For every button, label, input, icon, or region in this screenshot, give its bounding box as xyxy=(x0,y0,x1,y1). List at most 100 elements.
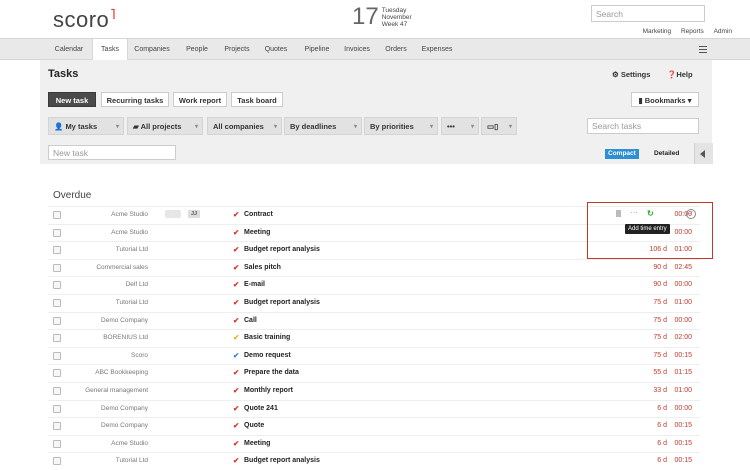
hamburger-menu-icon[interactable] xyxy=(699,46,707,55)
briefcase-icon: ▰ xyxy=(133,122,139,131)
task-company[interactable]: Acme Studio xyxy=(48,211,148,218)
task-company[interactable]: Acme Studio xyxy=(48,440,148,447)
task-company[interactable]: ABC Bookkeeping xyxy=(48,369,148,376)
task-company[interactable]: Tutorial Ltd xyxy=(48,457,148,464)
work-report-button[interactable]: Work report xyxy=(173,92,227,107)
global-search-input[interactable]: Search xyxy=(591,5,705,22)
filter-all-projects[interactable]: ▰ All projects ▾ xyxy=(127,117,203,135)
check-mark-icon: ✔ xyxy=(233,333,240,343)
nav-pipeline[interactable]: Pipeline xyxy=(298,39,336,60)
caret-down-icon: ▾ xyxy=(353,124,357,130)
filter-by-priorities-label: By priorities xyxy=(370,122,414,131)
logo-mark-icon: ˥ xyxy=(110,6,117,22)
task-row[interactable]: Acme Studio ✔ Meeting 6 d 00:15 xyxy=(48,434,700,453)
task-row[interactable]: BORENIUS Ltd ✔ Basic training 75 d 02:00 xyxy=(48,329,700,347)
task-company[interactable]: Delf Ltd xyxy=(48,281,148,288)
task-time: 00:00 xyxy=(674,281,692,289)
help-link[interactable]: ❓Help xyxy=(667,70,693,79)
tag-label[interactable]: ... xyxy=(165,210,181,218)
task-name[interactable]: Monthly report xyxy=(244,387,293,394)
nav-expenses[interactable]: Expenses xyxy=(418,39,456,60)
nav-people[interactable]: People xyxy=(180,39,214,60)
recurring-tasks-button[interactable]: Recurring tasks xyxy=(101,92,169,107)
task-row[interactable]: ABC Bookkeeping ✔ Prepare the data 55 d 01:1… xyxy=(48,364,700,382)
check-mark-icon: ✔ xyxy=(233,438,240,448)
task-time: 00:15 xyxy=(674,439,692,447)
check-mark-icon: ✔ xyxy=(233,210,240,219)
task-name[interactable]: Quote xyxy=(244,422,264,429)
filter-columns[interactable]: ▭▯ ▾ xyxy=(481,117,517,135)
task-company[interactable]: Demo Company xyxy=(48,422,148,429)
task-row[interactable]: Demo Company ✔ Call 75 d 00:00 xyxy=(48,311,700,330)
task-company[interactable]: Tutorial Ltd xyxy=(48,299,148,306)
task-name[interactable]: Meeting xyxy=(244,229,270,236)
task-row[interactable]: Scoro ✔ Demo request 75 d 00:15 xyxy=(48,346,700,365)
task-overdue-days: 6 d xyxy=(657,457,667,465)
link-admin[interactable]: Admin xyxy=(714,28,732,35)
user-icon: 👤 xyxy=(54,122,64,131)
task-name[interactable]: Prepare the data xyxy=(244,369,299,376)
filter-all-companies[interactable]: All companies ▾ xyxy=(207,117,282,135)
nav-tasks[interactable]: Tasks xyxy=(92,39,128,61)
compact-view-toggle[interactable]: Compact xyxy=(605,149,639,159)
task-name[interactable]: Budget report analysis xyxy=(244,246,320,253)
task-row[interactable]: Tutorial Ltd ✔ Budget report analysis 75 d 0… xyxy=(48,294,700,312)
task-row[interactable]: General management ✔ Monthly report 33 d 01:… xyxy=(48,382,700,400)
task-row[interactable]: Tutorial Ltd ✔ Budget report analysis 6 d 00… xyxy=(48,452,700,470)
task-time: 02:45 xyxy=(674,263,692,271)
task-row[interactable]: Demo Company ✔ Quote 6 d 00:15 xyxy=(48,417,700,435)
new-task-button[interactable]: New task xyxy=(48,92,96,107)
task-name[interactable]: E-mail xyxy=(244,281,265,288)
nav-invoices[interactable]: Invoices xyxy=(340,39,374,60)
task-name[interactable]: Meeting xyxy=(244,440,270,447)
task-time: 00:00 xyxy=(674,316,692,324)
filter-by-priorities[interactable]: By priorities ▾ xyxy=(364,117,438,135)
logo-text: scoro xyxy=(53,7,110,32)
task-name[interactable]: Budget report analysis xyxy=(244,457,320,464)
task-overdue-days: 90 d xyxy=(653,281,667,289)
task-company[interactable]: General management xyxy=(48,387,148,394)
task-board-button[interactable]: Task board xyxy=(231,92,283,107)
gear-icon: ⚙ xyxy=(612,70,621,79)
nav-calendar[interactable]: Calendar xyxy=(48,39,90,60)
task-name[interactable]: Sales pitch xyxy=(244,264,281,271)
caret-down-icon: ▾ xyxy=(273,124,277,130)
task-company[interactable]: Commercial sales xyxy=(48,264,148,271)
nav-orders[interactable]: Orders xyxy=(380,39,412,60)
task-name[interactable]: Contract xyxy=(244,211,273,218)
bookmarks-button[interactable]: ▮ Bookmarks ▾ xyxy=(631,92,699,107)
link-marketing[interactable]: Marketing xyxy=(643,28,672,35)
caret-down-icon: ▾ xyxy=(429,124,433,130)
settings-link[interactable]: ⚙ Settings xyxy=(612,70,650,79)
task-company[interactable]: Scoro xyxy=(48,352,148,359)
task-time: 01:00 xyxy=(674,299,692,306)
task-name[interactable]: Quote 241 xyxy=(244,405,278,412)
nav-quotes[interactable]: Quotes xyxy=(260,39,292,60)
search-tasks-input[interactable]: Search tasks xyxy=(587,118,699,134)
task-company[interactable]: BORENIUS Ltd xyxy=(48,334,148,341)
task-name[interactable]: Budget report analysis xyxy=(244,299,320,306)
task-row[interactable]: Commercial sales ✔ Sales pitch 90 d 02:45 xyxy=(48,258,700,277)
task-row[interactable]: Delf Ltd ✔ E-mail 90 d 00:00 xyxy=(48,276,700,294)
filter-by-deadlines[interactable]: By deadlines ▾ xyxy=(284,117,362,135)
task-company[interactable]: Tutorial Ltd xyxy=(48,246,148,253)
nav-projects[interactable]: Projects xyxy=(218,39,256,60)
top-links: Marketing Reports Admin xyxy=(635,28,732,35)
task-row[interactable]: Demo Company ✔ Quote 241 6 d 00:00 xyxy=(48,399,700,418)
task-company[interactable]: Demo Company xyxy=(48,317,148,324)
task-name[interactable]: Basic training xyxy=(244,334,290,341)
filter-my-tasks[interactable]: 👤 My tasks ▾ xyxy=(48,117,124,135)
task-overdue-days: 75 d xyxy=(653,316,667,324)
collapse-sidebar-toggle[interactable] xyxy=(694,143,713,164)
task-name[interactable]: Demo request xyxy=(244,352,291,359)
detailed-view-toggle[interactable]: Detailed xyxy=(654,149,679,159)
filter-more[interactable]: ••• ▾ xyxy=(441,117,479,135)
nav-companies[interactable]: Companies xyxy=(128,39,176,60)
new-task-input[interactable]: New task xyxy=(48,145,176,160)
task-company[interactable]: Demo Company xyxy=(48,405,148,412)
assignee-badge[interactable]: JJ xyxy=(188,210,200,218)
task-company[interactable]: Acme Studio xyxy=(48,229,148,236)
scoro-logo[interactable]: scoro˥ xyxy=(53,6,117,33)
task-name[interactable]: Call xyxy=(244,317,257,324)
link-reports[interactable]: Reports xyxy=(681,28,704,35)
